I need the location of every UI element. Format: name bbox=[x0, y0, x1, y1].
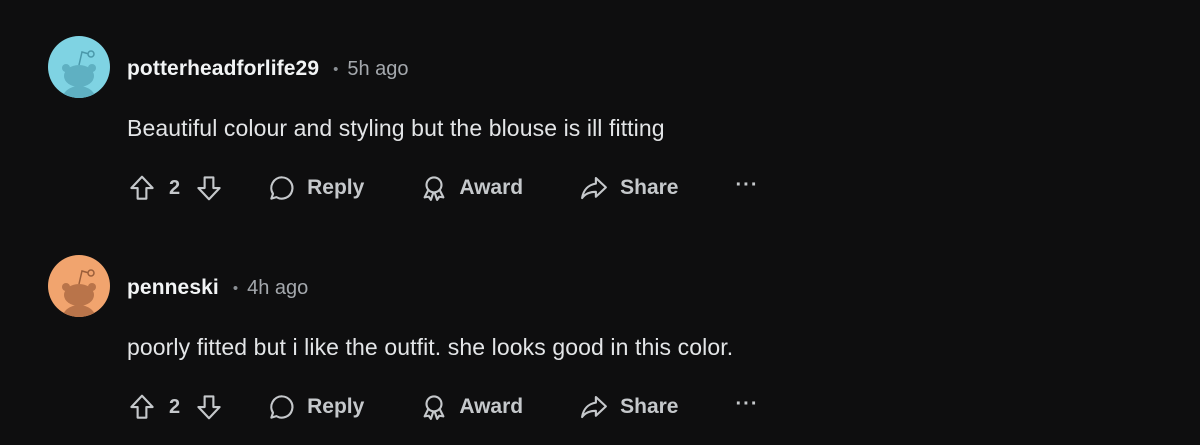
chat-bubble-icon bbox=[270, 176, 294, 200]
reply-label: Reply bbox=[307, 395, 365, 418]
award-button[interactable]: Award bbox=[419, 392, 523, 422]
award-ribbon-icon bbox=[423, 176, 445, 201]
more-options-button[interactable]: ··· bbox=[736, 394, 759, 420]
arrow-down-icon bbox=[197, 176, 221, 201]
downvote-button[interactable] bbox=[194, 392, 224, 422]
share-arrow-icon bbox=[581, 176, 608, 200]
share-label: Share bbox=[620, 176, 679, 199]
award-label: Award bbox=[459, 395, 524, 418]
arrow-up-icon bbox=[130, 394, 154, 419]
comment-actions: 2 Reply Award Share ··· bbox=[127, 171, 758, 205]
comment-meta: potterheadforlife29 • 5h ago bbox=[127, 56, 409, 82]
comment-actions: 2 Reply Award Share ··· bbox=[127, 390, 758, 424]
award-button[interactable]: Award bbox=[419, 173, 523, 203]
arrow-down-icon bbox=[197, 395, 221, 420]
upvote-button[interactable] bbox=[127, 392, 157, 422]
comment-text: poorly fitted but i like the outfit. she… bbox=[127, 334, 734, 360]
arrow-up-icon bbox=[130, 175, 154, 200]
upvote-button[interactable] bbox=[127, 173, 157, 203]
timestamp: 4h ago bbox=[247, 276, 309, 299]
reply-button[interactable]: Reply bbox=[267, 392, 364, 422]
downvote-button[interactable] bbox=[194, 173, 224, 203]
avatar[interactable] bbox=[48, 36, 110, 98]
share-button[interactable]: Share bbox=[578, 392, 679, 422]
award-label: Award bbox=[459, 176, 524, 199]
avatar[interactable] bbox=[48, 255, 110, 317]
reply-button[interactable]: Reply bbox=[267, 173, 364, 203]
username[interactable]: penneski bbox=[127, 276, 219, 300]
meta-separator: • bbox=[333, 60, 339, 78]
share-label: Share bbox=[620, 395, 679, 418]
vote-count: 2 bbox=[169, 176, 181, 199]
award-ribbon-icon bbox=[423, 395, 445, 420]
chat-bubble-icon bbox=[270, 395, 294, 419]
share-arrow-icon bbox=[581, 395, 608, 419]
vote-count: 2 bbox=[169, 395, 181, 418]
share-button[interactable]: Share bbox=[578, 173, 679, 203]
reply-label: Reply bbox=[307, 176, 365, 199]
comment-meta: penneski • 4h ago bbox=[127, 275, 308, 301]
more-options-button[interactable]: ··· bbox=[736, 175, 759, 201]
comment-text: Beautiful colour and styling but the blo… bbox=[127, 115, 665, 141]
timestamp: 5h ago bbox=[347, 57, 409, 80]
meta-separator: • bbox=[232, 279, 239, 297]
username[interactable]: potterheadforlife29 bbox=[127, 57, 319, 81]
